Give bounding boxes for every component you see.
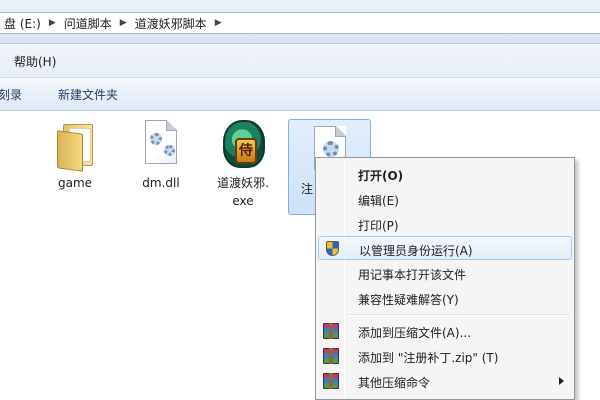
winrar-icon <box>323 373 339 389</box>
dragon-app-icon: 侍 <box>219 118 267 172</box>
chevron-right-icon[interactable]: ▶ <box>116 18 131 28</box>
breadcrumb-current-folder[interactable]: 道渡妖邪脚本 <box>131 15 211 32</box>
menu-item-other-compress-commands[interactable]: 其他压缩命令 <box>318 369 572 393</box>
breadcrumb-folder[interactable]: 问道脚本 <box>60 15 116 32</box>
menu-bar: 帮助(H) <box>0 44 600 78</box>
chevron-right-icon[interactable]: ▶ <box>45 18 60 28</box>
uac-shield-icon <box>326 241 339 256</box>
submenu-arrow-icon <box>559 377 564 385</box>
winrar-icon <box>323 348 339 364</box>
new-folder-button[interactable]: 新建文件夹 <box>58 86 118 103</box>
burn-button[interactable]: 刻录 <box>0 86 22 103</box>
file-item-dm-dll[interactable]: dm.dll <box>121 118 201 192</box>
menu-item-troubleshoot-compatibility[interactable]: 兼容性疑难解答(Y) <box>318 286 572 310</box>
menu-item-edit[interactable]: 编辑(E) <box>318 187 572 211</box>
menu-item-add-to-zip[interactable]: 添加到 "注册补丁.zip" (T) <box>318 344 572 368</box>
file-item-game[interactable]: game <box>35 118 115 192</box>
file-label: 道渡妖邪. exe <box>217 176 269 208</box>
file-item-exe[interactable]: 侍 道渡妖邪. exe <box>203 118 283 210</box>
breadcrumb-drive[interactable]: 盘 (E:) <box>0 15 45 32</box>
menu-item-open[interactable]: 打开(O) <box>318 162 572 186</box>
address-bar: 盘 (E:) ▶ 问道脚本 ▶ 道渡妖邪脚本 ▶ <box>0 0 600 44</box>
context-menu: 打开(O) 编辑(E) 打印(P) 以管理员身份运行(A) 用记事本打开该文件 … <box>315 157 575 400</box>
chevron-right-icon[interactable]: ▶ <box>211 18 226 28</box>
command-bar: 刻录 新建文件夹 <box>0 78 600 111</box>
menu-item-print[interactable]: 打印(P) <box>318 212 572 236</box>
breadcrumb[interactable]: 盘 (E:) ▶ 问道脚本 ▶ 道渡妖邪脚本 ▶ <box>0 12 600 34</box>
menu-help[interactable]: 帮助(H) <box>14 53 56 70</box>
file-label: dm.dll <box>142 176 180 190</box>
menu-separator <box>348 314 570 316</box>
menu-item-add-to-archive[interactable]: 添加到压缩文件(A)... <box>318 319 572 343</box>
menu-item-open-with-notepad[interactable]: 用记事本打开该文件 <box>318 261 572 285</box>
winrar-icon <box>323 323 339 339</box>
menu-item-run-as-admin[interactable]: 以管理员身份运行(A) <box>318 236 572 260</box>
dll-file-icon <box>137 118 185 172</box>
folder-icon <box>51 118 99 172</box>
file-label: game <box>57 176 93 190</box>
